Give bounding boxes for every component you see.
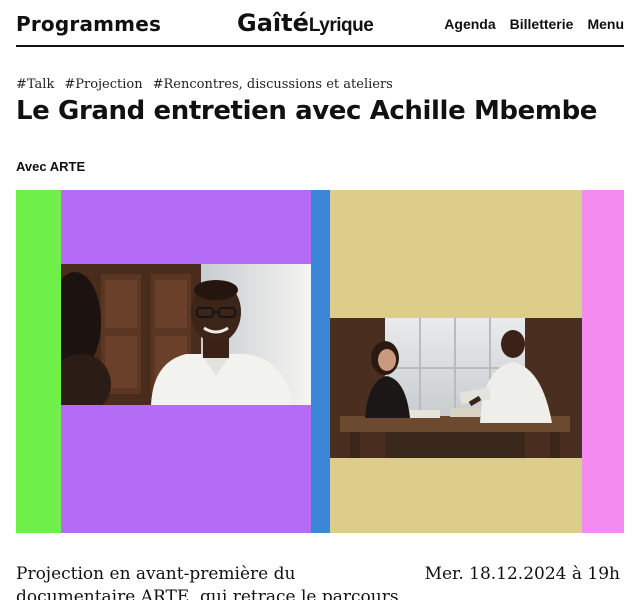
event-date: Mer. 18.12.2024 à 19h: [424, 564, 620, 584]
logo-sub-text: Lyrique: [308, 15, 374, 36]
event-tags: #Talk #Projection #Rencontres, discussio…: [16, 77, 393, 92]
gaite-lyrique-logo[interactable]: GaîtéLyrique: [237, 9, 374, 37]
tag-rencontres[interactable]: #Rencontres, discussions et ateliers: [153, 77, 393, 92]
tag-talk[interactable]: #Talk: [16, 77, 54, 92]
nav-billetterie-link[interactable]: Billetterie: [510, 16, 574, 32]
nav-agenda-link[interactable]: Agenda: [444, 16, 495, 32]
logo-main-text: Gaîté: [237, 9, 309, 37]
interview-photo-portrait: [61, 264, 311, 405]
main-nav: Agenda Billetterie Menu: [444, 16, 624, 32]
nav-programmes-link[interactable]: Programmes: [16, 12, 161, 36]
event-description: Projection en avant-première du document…: [16, 564, 399, 600]
event-title: Le Grand entretien avec Achille Mbembe: [16, 96, 598, 126]
green-stripe: [16, 190, 61, 533]
site-header: Programmes GaîtéLyrique Agenda Billetter…: [16, 0, 624, 47]
nav-menu-button[interactable]: Menu: [587, 16, 624, 32]
interview-photo-table: [330, 318, 582, 458]
event-subtitle: Avec ARTE: [16, 159, 86, 174]
tag-projection[interactable]: #Projection: [64, 77, 142, 92]
pink-stripe: [582, 190, 624, 533]
blue-stripe: [311, 190, 330, 533]
event-image-band: [16, 190, 624, 533]
